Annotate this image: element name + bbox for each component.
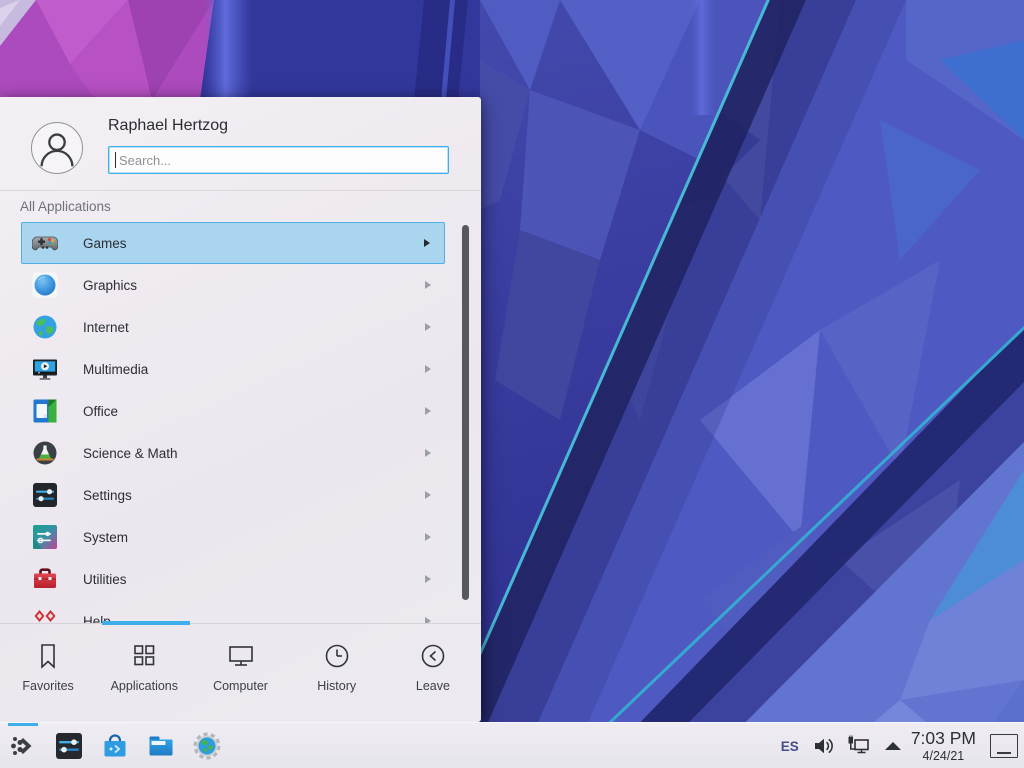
- expand-tray-icon[interactable]: [885, 742, 901, 750]
- user-avatar[interactable]: [31, 122, 83, 174]
- category-row-system[interactable]: System: [21, 516, 445, 558]
- keyboard-layout-indicator[interactable]: ES: [781, 739, 799, 754]
- text-cursor: [115, 152, 116, 168]
- tab-applications[interactable]: Applications: [96, 627, 192, 717]
- leave-icon: [418, 641, 448, 671]
- submenu-arrow-icon: [425, 491, 431, 499]
- tab-leave[interactable]: Leave: [385, 627, 481, 717]
- submenu-arrow-icon: [425, 407, 431, 415]
- footer-separator: [0, 623, 481, 624]
- internet-icon: [32, 314, 58, 340]
- category-row-games[interactable]: Games: [21, 222, 445, 264]
- science-icon: [32, 440, 58, 466]
- category-label: Graphics: [83, 278, 425, 293]
- submenu-arrow-icon: [424, 239, 430, 247]
- application-launcher-button[interactable]: [8, 731, 38, 761]
- tab-label: Favorites: [22, 679, 73, 693]
- category-row-office[interactable]: Office: [21, 390, 445, 432]
- section-label: All Applications: [20, 199, 111, 214]
- submenu-arrow-icon: [425, 281, 431, 289]
- web-browser-button[interactable]: [192, 731, 222, 761]
- folder-icon: [146, 731, 176, 761]
- category-label: Science & Math: [83, 446, 425, 461]
- show-desktop-button[interactable]: [990, 734, 1018, 758]
- help-icon: [32, 608, 58, 623]
- tab-history[interactable]: History: [289, 627, 385, 717]
- category-label: Games: [83, 236, 424, 251]
- launcher-header: Raphael Hertzog: [0, 97, 481, 191]
- category-label: Multimedia: [83, 362, 425, 377]
- kde-launcher-icon: [8, 731, 38, 761]
- applications-icon: [129, 641, 159, 671]
- favorites-icon: [33, 641, 63, 671]
- user-name: Raphael Hertzog: [108, 117, 228, 135]
- system-icon: [32, 524, 58, 550]
- graphics-icon: [32, 272, 58, 298]
- category-row-help[interactable]: Help: [21, 600, 445, 623]
- tab-computer[interactable]: Computer: [192, 627, 288, 717]
- digital-clock[interactable]: 7:03 PM 4/24/21: [911, 730, 976, 763]
- list-scrollbar[interactable]: [462, 225, 469, 600]
- system-settings-icon: [54, 731, 84, 761]
- office-icon: [32, 398, 58, 424]
- tab-label: History: [317, 679, 356, 693]
- show-desktop-glyph: [997, 752, 1011, 755]
- tab-favorites[interactable]: Favorites: [0, 627, 96, 717]
- category-label: Office: [83, 404, 425, 419]
- tab-label: Applications: [111, 679, 178, 693]
- discover-icon: [100, 731, 130, 761]
- system-tray: ES 7:03 PM 4/24/21: [781, 723, 1018, 768]
- discover-button[interactable]: [100, 731, 130, 761]
- category-label: Settings: [83, 488, 425, 503]
- category-row-internet[interactable]: Internet: [21, 306, 445, 348]
- file-manager-button[interactable]: [146, 731, 176, 761]
- submenu-arrow-icon: [425, 449, 431, 457]
- search-input[interactable]: [108, 146, 449, 174]
- category-label: Internet: [83, 320, 425, 335]
- games-icon: [32, 230, 58, 256]
- category-row-science[interactable]: Science & Math: [21, 432, 445, 474]
- settings-icon: [32, 482, 58, 508]
- network-icon[interactable]: [846, 735, 871, 758]
- user-icon: [32, 122, 82, 174]
- submenu-arrow-icon: [425, 533, 431, 541]
- launcher-tab-bar: Favorites Applications Comp: [0, 627, 481, 717]
- category-label: System: [83, 530, 425, 545]
- category-label: Utilities: [83, 572, 425, 587]
- multimedia-icon: [32, 356, 58, 382]
- utilities-icon: [32, 566, 58, 592]
- category-row-utilities[interactable]: Utilities: [21, 558, 445, 600]
- taskbar: ES 7:03 PM 4/24/21: [0, 722, 1024, 768]
- globe-gear-icon: [192, 731, 222, 761]
- system-settings-button[interactable]: [54, 731, 84, 761]
- category-row-graphics[interactable]: Graphics: [21, 264, 445, 306]
- clock-time: 7:03 PM: [911, 730, 976, 748]
- category-row-multimedia[interactable]: Multimedia: [21, 348, 445, 390]
- tab-label: Leave: [416, 679, 450, 693]
- category-row-settings[interactable]: Settings: [21, 474, 445, 516]
- application-launcher-panel: Raphael Hertzog All Applications: [0, 97, 481, 722]
- volume-icon[interactable]: [813, 735, 836, 757]
- submenu-arrow-icon: [425, 323, 431, 331]
- submenu-arrow-icon: [425, 365, 431, 373]
- computer-icon: [226, 641, 256, 671]
- clock-date: 4/24/21: [911, 750, 976, 763]
- submenu-arrow-icon: [425, 575, 431, 583]
- history-icon: [322, 641, 352, 671]
- tab-label: Computer: [213, 679, 268, 693]
- active-tab-indicator: [102, 621, 190, 625]
- category-list: Games Graphics: [0, 222, 481, 623]
